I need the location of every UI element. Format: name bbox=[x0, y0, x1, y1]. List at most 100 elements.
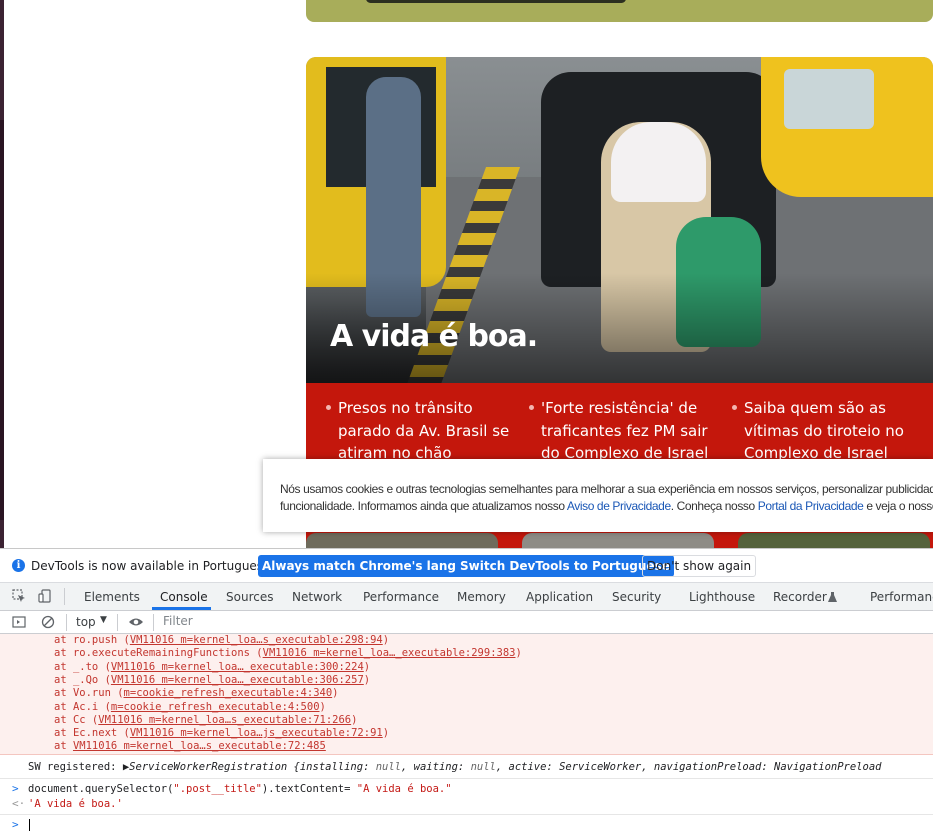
stack-frame: at Cc (VM11016 m=kernel_loa…s_executable… bbox=[54, 714, 357, 726]
cookie-consent-banner: Nós usamos cookies e outras tecnologias … bbox=[263, 459, 933, 532]
text-caret bbox=[29, 819, 30, 831]
stack-frame-text: at ro.push ( bbox=[54, 634, 130, 646]
devtools-tabbar: Elements Console Sources Network Perform… bbox=[0, 583, 933, 611]
console-input[interactable]: > bbox=[0, 816, 933, 834]
clear-console-icon[interactable] bbox=[41, 615, 55, 629]
toolbar-divider bbox=[117, 614, 118, 631]
stack-frame: at Ec.next (VM11016 m=kernel_loa…js_exec… bbox=[54, 727, 389, 739]
filter-input[interactable]: Filter bbox=[163, 614, 193, 628]
sw-null: null bbox=[470, 761, 496, 773]
source-link[interactable]: VM11016 m=kernel_loa…js_executable:72:91 bbox=[130, 727, 383, 739]
tab-performance[interactable]: Performance bbox=[363, 590, 439, 604]
stack-frame: at Vo.run (m=cookie_refresh_executable:4… bbox=[54, 687, 339, 699]
flask-icon bbox=[828, 592, 837, 602]
tab-performance-insights[interactable]: Performanc bbox=[870, 590, 933, 604]
device-toolbar-icon[interactable] bbox=[38, 589, 52, 603]
post-title[interactable]: A vida é boa. bbox=[330, 319, 538, 354]
command-part: document.querySelector( bbox=[28, 783, 174, 795]
stack-frame-text: at Vo.run ( bbox=[54, 687, 124, 700]
sidebar-toggle-icon[interactable] bbox=[12, 615, 26, 629]
stack-frame: at _.Qo (VM11016 m=kernel_loa…_executabl… bbox=[54, 674, 370, 686]
error-message: at ro.push (VM11016 m=kernel_loa…s_execu… bbox=[0, 634, 933, 755]
command-string: "A vida é boa." bbox=[356, 783, 452, 795]
photo-taxi-window bbox=[784, 69, 874, 129]
related-story-link[interactable]: Presos no trânsito parado da Av. Brasil … bbox=[326, 397, 513, 465]
executed-command[interactable]: document.querySelector(".post__title").t… bbox=[28, 783, 452, 795]
stack-frame-text: at _.Qo ( bbox=[54, 673, 111, 686]
active-tab-indicator bbox=[152, 607, 211, 610]
stack-frame: at ro.executeRemainingFunctions (VM11016… bbox=[54, 647, 522, 659]
tab-application[interactable]: Application bbox=[526, 590, 593, 604]
stack-frame-end: ) bbox=[332, 687, 339, 700]
infobar-message: DevTools is now available in Portuguese! bbox=[31, 559, 276, 573]
command-string: ".post__title" bbox=[173, 783, 262, 795]
privacy-portal-link[interactable]: Portal da Privacidade bbox=[758, 499, 864, 513]
cookie-text-line2: funcionalidade. Informamos ainda que atu… bbox=[280, 499, 933, 513]
stack-frame: at ro.push (VM11016 m=kernel_loa…s_execu… bbox=[54, 634, 389, 646]
stack-frame-end: ) bbox=[351, 713, 358, 726]
banner-pill bbox=[366, 0, 626, 3]
tab-memory[interactable]: Memory bbox=[457, 590, 506, 604]
console-output: at ro.push (VM11016 m=kernel_loa…s_execu… bbox=[0, 634, 933, 834]
stack-frame: at Ac.i (m=cookie_refresh_executable:4:5… bbox=[54, 701, 326, 713]
dropdown-arrow-icon[interactable]: ▼ bbox=[100, 615, 107, 625]
stack-frame-end: ) bbox=[319, 700, 326, 713]
source-link[interactable]: m=cookie_refresh_executable:4:340 bbox=[124, 687, 333, 699]
stack-frame: at _.to (VM11016 m=kernel_loa…_executabl… bbox=[54, 661, 370, 673]
language-infobar: i DevTools is now available in Portugues… bbox=[0, 549, 933, 583]
source-link[interactable]: VM11016 m=kernel_loa…s_executable:298:94 bbox=[130, 634, 383, 646]
context-selector[interactable]: top bbox=[76, 615, 96, 629]
source-link[interactable]: VM11016 m=kernel_loa…_executable:300:224 bbox=[111, 661, 364, 673]
sw-object-part: , waiting: bbox=[401, 761, 471, 773]
info-icon: i bbox=[12, 559, 25, 572]
tab-network[interactable]: Network bbox=[292, 590, 342, 604]
result-arrow-icon: <· bbox=[12, 797, 26, 810]
news-photo[interactable]: A vida é boa. bbox=[306, 57, 933, 383]
inspect-element-icon[interactable] bbox=[12, 589, 26, 603]
tab-security[interactable]: Security bbox=[612, 590, 661, 604]
photo-person-shirt bbox=[611, 122, 706, 202]
stack-frame-text: at bbox=[54, 740, 73, 753]
tab-recorder[interactable]: Recorder bbox=[773, 590, 827, 604]
source-link[interactable]: VM11016 m=kernel_loa…_executable:306:257 bbox=[111, 674, 364, 686]
eye-icon[interactable] bbox=[128, 615, 144, 629]
console-toolbar: top ▼ Filter bbox=[0, 611, 933, 634]
command-result: 'A vida é boa.' bbox=[28, 798, 123, 810]
command-part: ).textContent= bbox=[261, 783, 357, 795]
thumbnail-image[interactable] bbox=[522, 533, 714, 548]
stack-frame-end: ) bbox=[382, 727, 390, 740]
source-link[interactable]: VM11016 m=kernel_loa…_executable:299:383 bbox=[263, 647, 516, 659]
cookie-text-part: . Conheça nosso bbox=[670, 499, 758, 513]
related-story-link[interactable]: 'Forte resistência' de traficantes fez P… bbox=[529, 397, 716, 465]
tab-sources[interactable]: Sources bbox=[226, 590, 273, 604]
stack-frame-end: ) bbox=[515, 647, 522, 660]
stack-frame-end: ) bbox=[382, 634, 390, 646]
source-link[interactable]: m=cookie_refresh_executable:4:500 bbox=[111, 701, 320, 713]
cookie-text-part: funcionalidade. Informamos ainda que atu… bbox=[280, 499, 567, 513]
sw-null: null bbox=[375, 761, 402, 773]
sw-object-part: , active: ServiceWorker, navigationPrelo… bbox=[495, 761, 882, 773]
related-story-link[interactable]: Saiba quem são as vítimas do tiroteio no… bbox=[732, 397, 919, 465]
source-link[interactable]: VM11016 m=kernel_loa…s_executable:72:485 bbox=[73, 740, 326, 752]
previous-card-bottom[interactable] bbox=[306, 0, 933, 22]
console-command-row: > document.querySelector(".post__title")… bbox=[0, 778, 933, 815]
source-link[interactable]: VM11016 m=kernel_loa…s_executable:71:266 bbox=[98, 714, 351, 726]
privacy-notice-link[interactable]: Aviso de Privacidade bbox=[567, 499, 671, 513]
sw-label: SW registered: bbox=[28, 761, 117, 773]
tab-lighthouse[interactable]: Lighthouse bbox=[689, 590, 755, 604]
thumbnail-image[interactable] bbox=[738, 533, 930, 548]
stack-frame-end: ) bbox=[363, 673, 371, 686]
toolbar-divider bbox=[64, 588, 65, 605]
stack-frame: at VM11016 m=kernel_loa…s_executable:72:… bbox=[54, 740, 326, 752]
stack-frame-end: ) bbox=[363, 660, 371, 673]
dont-show-again-button[interactable]: Don't show again bbox=[642, 555, 757, 577]
sw-object[interactable]: ServiceWorkerRegistration {installing: bbox=[129, 761, 376, 773]
toolbar-divider bbox=[66, 614, 67, 631]
stack-frame-text: at Cc ( bbox=[54, 713, 99, 726]
thumbnail-image[interactable] bbox=[306, 533, 498, 548]
tab-console[interactable]: Console bbox=[160, 590, 208, 604]
prompt-chevron-icon: > bbox=[12, 818, 19, 831]
cookie-text-part: e veja o nosso bbox=[863, 499, 933, 513]
tab-elements[interactable]: Elements bbox=[84, 590, 140, 604]
thumbnail-row bbox=[306, 533, 933, 548]
